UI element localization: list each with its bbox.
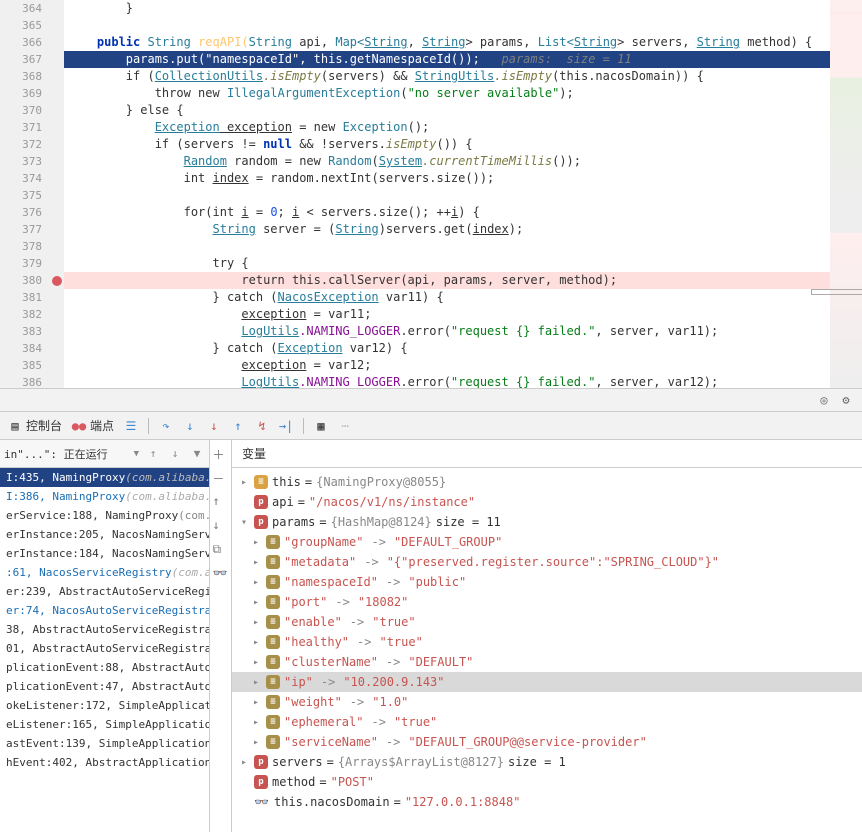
dropdown-icon[interactable]: ▼: [134, 449, 139, 459]
field-badge-icon: ≡: [266, 615, 280, 629]
console-icon: ▤: [8, 419, 22, 433]
step-over-icon[interactable]: ↷: [159, 419, 173, 433]
tab-breakpoints[interactable]: ●● 端点: [72, 417, 114, 434]
variables-pane: 变量 ▸≡this = {NamingProxy@8055}papi = "/n…: [232, 440, 862, 832]
field-badge-icon: ≡: [266, 635, 280, 649]
variable-row[interactable]: ▸pservers = {Arrays$ArrayList@8127} size…: [232, 752, 862, 772]
frames-pane: in"...": 正在运行 ▼ ↑ ↓ ▼ I:435, NamingProxy…: [0, 440, 210, 832]
layout-icon[interactable]: ☰: [124, 419, 138, 433]
glasses-icon[interactable]: 👓: [213, 566, 229, 582]
line-number-gutter: 3643653663673683693703713723733743753763…: [0, 0, 50, 388]
run-to-cursor-icon[interactable]: →|: [279, 419, 293, 433]
force-step-into-icon[interactable]: ↓: [207, 419, 221, 433]
debug-panel: in"...": 正在运行 ▼ ↑ ↓ ▼ I:435, NamingProxy…: [0, 440, 862, 832]
prev-frame-icon[interactable]: ↑: [145, 446, 161, 462]
copy-icon[interactable]: ⧉: [213, 542, 229, 558]
code-editor: 3643653663673683693703713723733743753763…: [0, 0, 862, 388]
stack-frame-row[interactable]: :61, NacosServiceRegistry (com.al: [0, 563, 209, 582]
field-badge-icon: ≡: [266, 575, 280, 589]
variable-row[interactable]: papi = "/nacos/v1/ns/instance": [232, 492, 862, 512]
variable-row[interactable]: ▸≡"clusterName"->"DEFAULT": [232, 652, 862, 672]
field-badge-icon: ≡: [266, 535, 280, 549]
field-badge-icon: ≡: [266, 715, 280, 729]
more-icon[interactable]: ⋯: [338, 419, 352, 433]
next-frame-icon[interactable]: ↓: [167, 446, 183, 462]
variable-row[interactable]: ▸≡"metadata"->"{"preserved.register.sour…: [232, 552, 862, 572]
variables-header: 变量: [232, 440, 862, 468]
this-badge-icon: ≡: [254, 475, 268, 489]
stack-frame-row[interactable]: erInstance:205, NacosNamingServic: [0, 525, 209, 544]
variable-row[interactable]: ▸≡"ip"->"10.200.9.143": [232, 672, 862, 692]
minimap-viewport[interactable]: [812, 290, 862, 294]
tab-console[interactable]: ▤ 控制台: [8, 417, 62, 434]
field-badge-icon: ≡: [266, 735, 280, 749]
variable-row[interactable]: ▸≡"serviceName"->"DEFAULT_GROUP@@service…: [232, 732, 862, 752]
stack-frame-row[interactable]: I:435, NamingProxy (com.alibaba.n: [0, 468, 209, 487]
stack-frame-row[interactable]: okeListener:172, SimpleApplicationEv: [0, 696, 209, 715]
down-icon[interactable]: ↓: [213, 518, 229, 534]
param-badge-icon: p: [254, 515, 268, 529]
stack-frame-row[interactable]: eListener:165, SimpleApplicationEver: [0, 715, 209, 734]
stack-frame-row[interactable]: er:74, NacosAutoServiceRegistration: [0, 601, 209, 620]
step-into-icon[interactable]: ↓: [183, 419, 197, 433]
tab-console-label: 控制台: [26, 417, 62, 434]
breakpoint-gutter[interactable]: [50, 0, 64, 388]
variable-row[interactable]: ▸≡"healthy"->"true": [232, 632, 862, 652]
stack-frame-row[interactable]: plicationEvent:88, AbstractAutoServic: [0, 658, 209, 677]
evaluate-icon[interactable]: ▦: [314, 419, 328, 433]
thread-selector[interactable]: in"...": 正在运行: [4, 446, 128, 462]
stack-frame-row[interactable]: er:239, AbstractAutoServiceRegistrati: [0, 582, 209, 601]
drop-frame-icon[interactable]: ↯: [255, 419, 269, 433]
field-badge-icon: ≡: [266, 555, 280, 569]
editor-status-bar: ◎ ⚙: [0, 388, 862, 412]
variable-row[interactable]: ▸≡"enable"->"true": [232, 612, 862, 632]
variables-title: 变量: [242, 445, 266, 462]
stack-frame-row[interactable]: 38, AbstractAutoServiceRegistration: [0, 620, 209, 639]
variable-row[interactable]: ▸≡"port"->"18082": [232, 592, 862, 612]
variable-row[interactable]: ▸≡this = {NamingProxy@8055}: [232, 472, 862, 492]
variable-row[interactable]: pmethod = "POST": [232, 772, 862, 792]
param-badge-icon: p: [254, 755, 268, 769]
stack-frames[interactable]: I:435, NamingProxy (com.alibaba.nI:386, …: [0, 468, 209, 832]
target-icon[interactable]: ◎: [816, 392, 832, 408]
stack-frame-row[interactable]: I:386, NamingProxy (com.alibaba.n: [0, 487, 209, 506]
param-badge-icon: p: [254, 775, 268, 789]
stack-frame-row[interactable]: plicationEvent:47, AbstractAutoServic: [0, 677, 209, 696]
tab-breakpoints-label: 端点: [90, 417, 114, 434]
variable-row[interactable]: ▸≡"groupName"->"DEFAULT_GROUP": [232, 532, 862, 552]
field-badge-icon: ≡: [266, 695, 280, 709]
gear-icon[interactable]: ⚙: [838, 392, 854, 408]
stack-frame-row[interactable]: astEvent:139, SimpleApplicationEvent: [0, 734, 209, 753]
variable-row[interactable]: 👓this.nacosDomain = "127.0.0.1:8848": [232, 792, 862, 812]
debug-toolbar: ▤ 控制台 ●● 端点 ☰ ↷ ↓ ↓ ↑ ↯ →| ▦ ⋯: [0, 412, 862, 440]
field-badge-icon: ≡: [266, 595, 280, 609]
field-badge-icon: ≡: [266, 655, 280, 669]
breakpoint-icon[interactable]: [52, 276, 62, 286]
stack-frame-row[interactable]: erInstance:184, NacosNamingServic: [0, 544, 209, 563]
code-body[interactable]: } public String reqAPI(String api, Map<S…: [64, 0, 862, 388]
field-badge-icon: ≡: [266, 675, 280, 689]
minimap[interactable]: [830, 0, 862, 388]
breakpoints-icon: ●●: [72, 419, 86, 433]
add-watch-icon[interactable]: ＋: [213, 446, 229, 462]
remove-watch-icon[interactable]: －: [213, 470, 229, 486]
variable-row[interactable]: ▸≡"ephemeral"->"true": [232, 712, 862, 732]
frames-header: in"...": 正在运行 ▼ ↑ ↓ ▼: [0, 440, 209, 468]
stack-frame-row[interactable]: 01, AbstractAutoServiceRegistration: [0, 639, 209, 658]
stack-frame-row[interactable]: erService:188, NamingProxy (com.al: [0, 506, 209, 525]
variable-row[interactable]: ▸≡"namespaceId"->"public": [232, 572, 862, 592]
variable-row[interactable]: ▾pparams = {HashMap@8124} size = 11: [232, 512, 862, 532]
param-badge-icon: p: [254, 495, 268, 509]
variables-body[interactable]: ▸≡this = {NamingProxy@8055}papi = "/naco…: [232, 468, 862, 832]
filter-icon[interactable]: ▼: [189, 446, 205, 462]
stack-frame-row[interactable]: hEvent:402, AbstractApplicationCont: [0, 753, 209, 772]
watch-icon: 👓: [254, 795, 270, 809]
up-icon[interactable]: ↑: [213, 494, 229, 510]
vars-side-toolbar: ＋ － ↑ ↓ ⧉ 👓: [210, 440, 232, 832]
variable-row[interactable]: ▸≡"weight"->"1.0": [232, 692, 862, 712]
step-out-icon[interactable]: ↑: [231, 419, 245, 433]
